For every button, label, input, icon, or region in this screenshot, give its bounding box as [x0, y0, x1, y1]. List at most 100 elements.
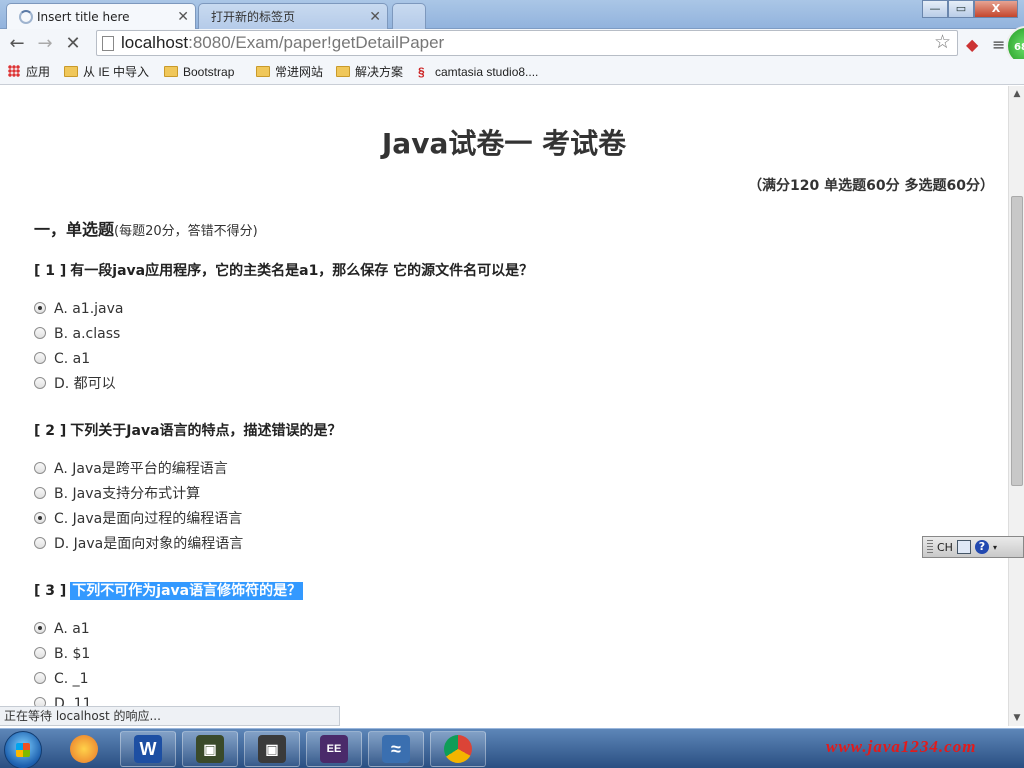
q1-option-c[interactable]: C. a1	[34, 350, 90, 368]
bookmark-solutions[interactable]: 解决方案	[336, 63, 403, 81]
folder-icon	[336, 66, 350, 77]
radio-button[interactable]	[34, 462, 46, 474]
bookmark-import-from-ie[interactable]: 从 IE 中导入	[64, 63, 149, 81]
chrome-app-icon	[444, 735, 472, 763]
ime-toolbar: CH ? ▾	[922, 536, 1024, 558]
bookmark-common-sites[interactable]: 常进网站	[256, 63, 323, 81]
taskbar-app-dolphin[interactable]: ≈	[368, 731, 424, 767]
taskbar-app-terminal-2[interactable]: ▣	[244, 731, 300, 767]
folder-icon	[164, 66, 178, 77]
folder-icon	[64, 66, 78, 77]
java-ee-ide-icon: EE	[320, 735, 348, 763]
q1-option-d[interactable]: D. 都可以	[34, 375, 116, 393]
radio-button[interactable]	[34, 327, 46, 339]
radio-button[interactable]	[34, 697, 46, 706]
start-button[interactable]	[4, 731, 42, 768]
back-arrow-icon[interactable]: ←	[6, 33, 28, 55]
stop-loading-icon[interactable]: ✕	[62, 33, 84, 55]
browser-toolbar: ← → ✕ localhost:8080/Exam/paper!getDetai…	[0, 29, 1024, 59]
scroll-thumb[interactable]	[1011, 196, 1023, 486]
page-content: Java试卷一 考试卷 （满分120 单选题60分 多选题60分） 一，单选题(…	[0, 86, 1008, 706]
wps-writer-icon: W	[134, 735, 162, 763]
minimize-button[interactable]: —	[922, 0, 948, 18]
vertical-scrollbar[interactable]: ▲ ▼	[1008, 86, 1024, 726]
q2-option-c[interactable]: C. Java是面向过程的编程语言	[34, 510, 242, 528]
tab-label: 打开新的标签页	[211, 10, 296, 24]
page-icon	[102, 36, 114, 51]
question-number: [ 2 ]	[34, 423, 67, 439]
window-controls: — ▭ X	[922, 0, 1018, 18]
section-heading: 一，单选题(每题20分，答错不得分)	[34, 220, 258, 239]
help-icon[interactable]: ?	[974, 540, 989, 554]
windows-taskbar: W ▣ ▣ EE ≈ www.java1234.com	[0, 728, 1024, 768]
menu-icon[interactable]: ≡	[992, 35, 1005, 54]
radio-button[interactable]	[34, 647, 46, 659]
grip-icon[interactable]	[927, 540, 933, 554]
radio-button[interactable]	[34, 512, 46, 524]
new-tab-button[interactable]	[392, 3, 426, 29]
loading-spinner-icon	[19, 10, 33, 24]
browser-title-bar: Insert title here ✕ 打开新的标签页 ✕ — ▭ X	[0, 0, 1024, 29]
taskbar-app-paint[interactable]	[56, 731, 112, 767]
scroll-down-arrow-icon[interactable]: ▼	[1009, 710, 1024, 726]
tab-label: Insert title here	[37, 10, 130, 24]
tab-new-tab[interactable]: 打开新的标签页 ✕	[198, 3, 388, 29]
q1-option-a[interactable]: A. a1.java	[34, 300, 124, 318]
scroll-up-arrow-icon[interactable]: ▲	[1009, 86, 1024, 102]
radio-button[interactable]	[34, 672, 46, 684]
bookmark-star-icon[interactable]: ☆	[934, 31, 951, 53]
radio-button[interactable]	[34, 487, 46, 499]
question-2: [ 2 ] 下列关于Java语言的特点，描述错误的是？	[34, 420, 342, 440]
close-window-button[interactable]: X	[974, 0, 1018, 18]
bookmark-bootstrap[interactable]: Bootstrap	[164, 63, 234, 81]
q2-option-b[interactable]: B. Java支持分布式计算	[34, 485, 200, 503]
terminal-app-icon: ▣	[196, 735, 224, 763]
folder-icon	[256, 66, 270, 77]
section-note: (每题20分，答错不得分)	[114, 224, 258, 239]
forward-arrow-icon[interactable]: →	[34, 33, 56, 55]
q2-option-d[interactable]: D. Java是面向对象的编程语言	[34, 535, 243, 553]
url-text[interactable]: localhost:8080/Exam/paper!getDetailPaper	[121, 33, 444, 53]
tab-close-icon[interactable]: ✕	[177, 7, 189, 27]
q2-option-a[interactable]: A. Java是跨平台的编程语言	[34, 460, 228, 478]
address-bar[interactable]: localhost:8080/Exam/paper!getDetailPaper…	[96, 30, 958, 56]
question-text: 有一段java应用程序，它的主类名是a1，那么保存 它的源文件名可以是？	[70, 263, 534, 279]
q3-option-d[interactable]: D. 11	[34, 695, 92, 706]
question-3: [ 3 ] 下列不可作为java语言修饰符的是？	[34, 580, 304, 600]
tab-active[interactable]: Insert title here ✕	[6, 3, 196, 29]
question-number: [ 3 ]	[34, 583, 67, 599]
q3-option-a[interactable]: A. a1	[34, 620, 90, 638]
bookmark-apps[interactable]: 应用	[8, 63, 50, 81]
camtasia-icon: §	[418, 65, 425, 79]
apps-grid-icon	[8, 65, 20, 77]
question-number: [ 1 ]	[34, 263, 67, 279]
options-arrow-icon[interactable]: ▾	[993, 543, 997, 552]
question-1: [ 1 ] 有一段java应用程序，它的主类名是a1，那么保存 它的源文件名可以是…	[34, 260, 533, 280]
radio-button[interactable]	[34, 352, 46, 364]
watermark-text: www.java1234.com	[826, 737, 977, 756]
q1-option-b[interactable]: B. a.class	[34, 325, 120, 343]
bookmark-camtasia[interactable]: § camtasia studio8....	[418, 63, 538, 81]
q3-option-b[interactable]: B. $1	[34, 645, 90, 663]
radio-button[interactable]	[34, 377, 46, 389]
terminal-app-2-icon: ▣	[258, 735, 286, 763]
dolphin-app-icon: ≈	[382, 735, 410, 763]
taskbar-app-chrome[interactable]	[430, 731, 486, 767]
radio-button[interactable]	[34, 302, 46, 314]
score-summary: （满分120 单选题60分 多选题60分）	[748, 178, 994, 194]
bookmarks-bar: 应用 从 IE 中导入 Bootstrap 常进网站 解决方案 § camtasi…	[0, 59, 1024, 85]
extension-icon[interactable]: ◆	[966, 35, 978, 54]
radio-button[interactable]	[34, 622, 46, 634]
taskbar-app-java-ee[interactable]: EE	[306, 731, 362, 767]
radio-button[interactable]	[34, 537, 46, 549]
taskbar-app-terminal[interactable]: ▣	[182, 731, 238, 767]
keyboard-icon[interactable]	[956, 540, 971, 554]
tab-close-icon[interactable]: ✕	[369, 7, 381, 27]
ime-language-label[interactable]: CH	[937, 541, 953, 554]
question-text-selected: 下列不可作为java语言修饰符的是？	[70, 582, 304, 600]
maximize-button[interactable]: ▭	[948, 0, 974, 18]
taskbar-app-wps[interactable]: W	[120, 731, 176, 767]
paper-title: Java试卷一 考试卷	[381, 127, 627, 160]
q3-option-c[interactable]: C. _1	[34, 670, 89, 688]
status-bubble: 正在等待 localhost 的响应...	[0, 706, 340, 726]
